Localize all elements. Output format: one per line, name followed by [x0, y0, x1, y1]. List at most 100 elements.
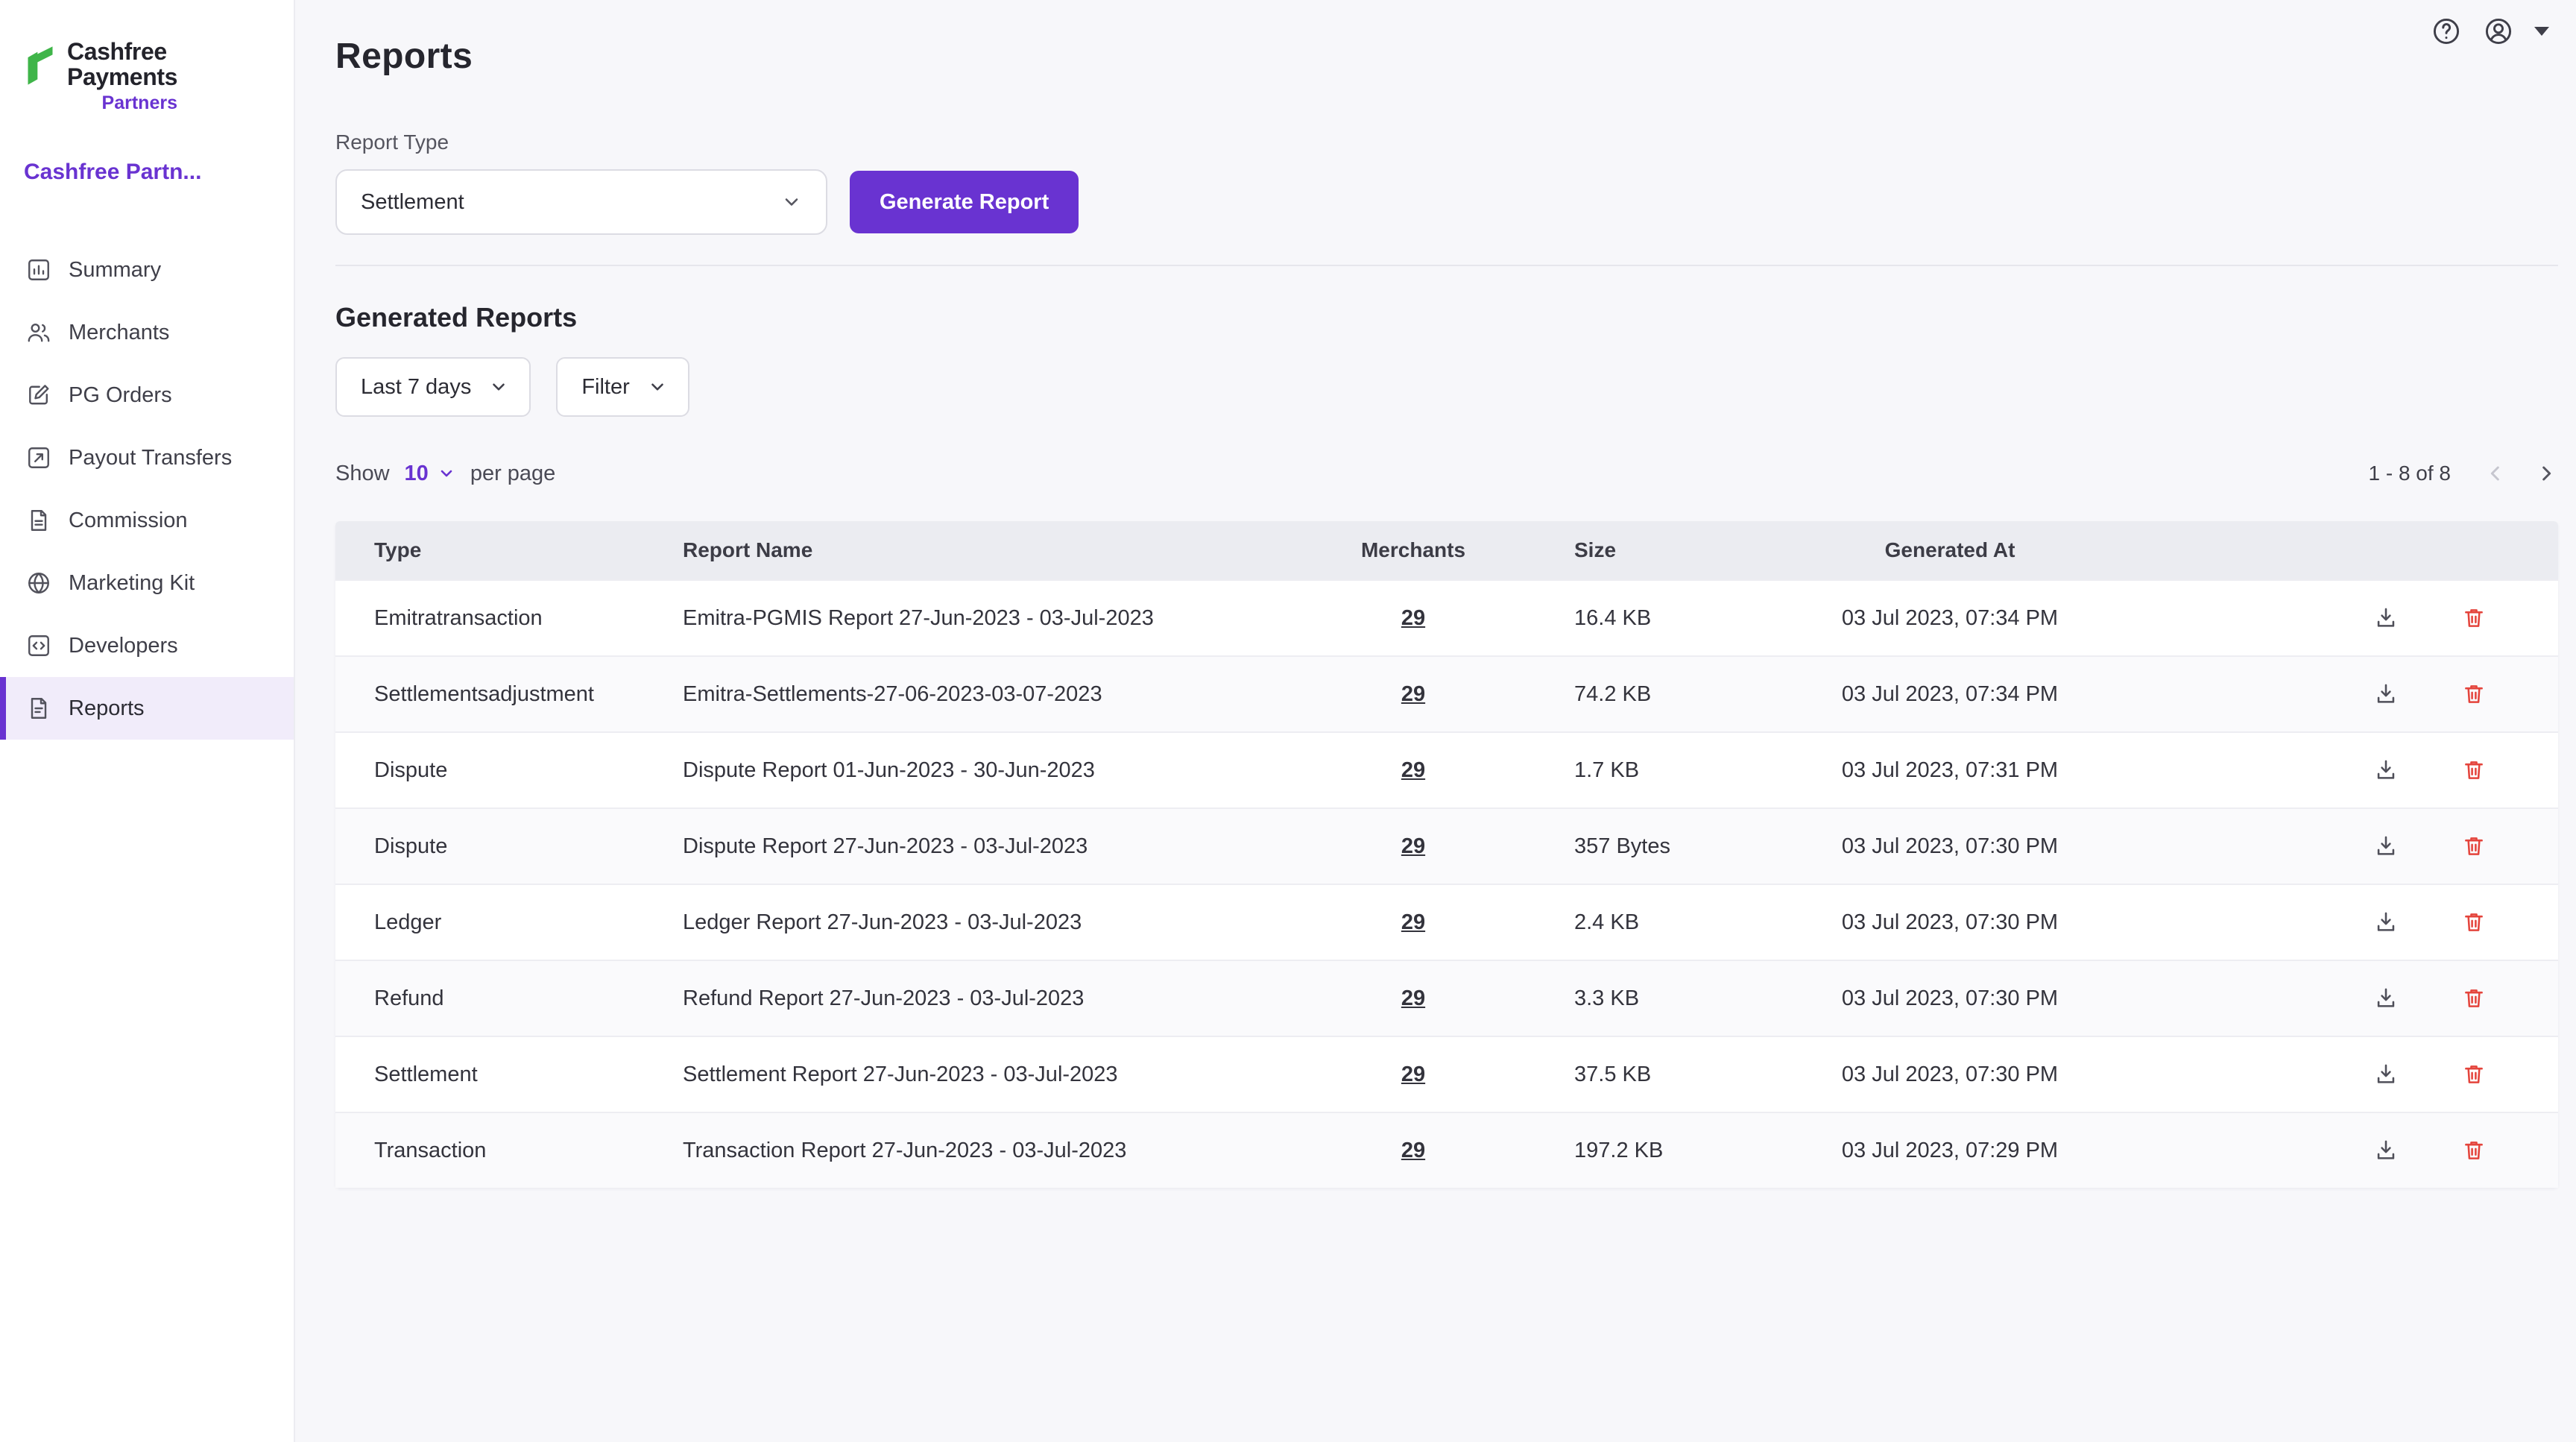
size-cell: 197.2 KB — [1488, 1139, 1764, 1163]
sidebar-item-reports[interactable]: Reports — [0, 677, 294, 740]
download-icon[interactable] — [2373, 605, 2399, 631]
code-icon — [25, 632, 52, 659]
sidebar-item-summary[interactable]: Summary — [0, 239, 294, 301]
pagination-next-icon[interactable] — [2534, 462, 2558, 485]
column-header-merchants: Merchants — [1339, 538, 1488, 562]
document-icon — [25, 507, 52, 534]
report-type-cell: Ledger — [335, 910, 683, 935]
report-type-cell: Refund — [335, 986, 683, 1011]
merchants-cell: 29 — [1339, 1139, 1488, 1163]
report-name-cell: Ledger Report 27-Jun-2023 - 03-Jul-2023 — [683, 910, 1339, 935]
table-row: Refund Refund Report 27-Jun-2023 - 03-Ju… — [335, 960, 2558, 1036]
cashfree-logo-icon — [24, 43, 57, 88]
merchants-count-link[interactable]: 29 — [1401, 758, 1425, 782]
generated-reports-title: Generated Reports — [335, 302, 2558, 333]
chevron-down-icon — [489, 377, 508, 397]
report-type-label: Report Type — [335, 130, 2558, 154]
report-name-cell: Dispute Report 27-Jun-2023 - 03-Jul-2023 — [683, 834, 1339, 859]
sidebar-item-label: Marketing Kit — [69, 571, 195, 596]
delete-icon[interactable] — [2461, 758, 2487, 783]
table-row: Ledger Ledger Report 27-Jun-2023 - 03-Ju… — [335, 884, 2558, 960]
report-name-cell: Transaction Report 27-Jun-2023 - 03-Jul-… — [683, 1139, 1339, 1163]
report-document-icon — [25, 695, 52, 722]
download-icon[interactable] — [2373, 1138, 2399, 1163]
report-name-cell: Emitra-Settlements-27-06-2023-03-07-2023 — [683, 682, 1339, 707]
table-row: Dispute Dispute Report 01-Jun-2023 - 30-… — [335, 731, 2558, 807]
filter-button[interactable]: Filter — [556, 357, 689, 417]
report-type-cell: Dispute — [335, 758, 683, 783]
size-cell: 1.7 KB — [1488, 758, 1764, 783]
merchants-count-link[interactable]: 29 — [1401, 606, 1425, 630]
sidebar-item-label: Reports — [69, 696, 145, 721]
date-range-label: Last 7 days — [361, 375, 471, 400]
partner-account-link[interactable]: Cashfree Partn... — [24, 160, 270, 185]
merchants-count-link[interactable]: 29 — [1401, 910, 1425, 934]
help-icon[interactable] — [2430, 15, 2463, 48]
generate-report-button[interactable]: Generate Report — [850, 171, 1079, 233]
delete-icon[interactable] — [2461, 681, 2487, 707]
brand-name-line2: Payments — [67, 64, 177, 89]
brand-logo: Cashfree Payments Partners — [0, 0, 294, 115]
generated-at-cell: 03 Jul 2023, 07:34 PM — [1764, 606, 2136, 631]
generated-at-cell: 03 Jul 2023, 07:29 PM — [1764, 1139, 2136, 1163]
delete-icon[interactable] — [2461, 1138, 2487, 1163]
download-icon[interactable] — [2373, 1062, 2399, 1087]
sidebar-item-marketing-kit[interactable]: Marketing Kit — [0, 552, 294, 614]
download-icon[interactable] — [2373, 681, 2399, 707]
merchants-cell: 29 — [1339, 986, 1488, 1011]
sidebar-nav: Summary Merchants PG Orders Payout Trans… — [0, 239, 294, 740]
generated-reports-table: Type Report Name Merchants Size Generate… — [335, 521, 2558, 1188]
delete-icon[interactable] — [2461, 1062, 2487, 1087]
delete-icon[interactable] — [2461, 986, 2487, 1011]
sidebar-item-label: Merchants — [69, 321, 169, 345]
merchants-cell: 29 — [1339, 606, 1488, 631]
merchants-count-link[interactable]: 29 — [1401, 682, 1425, 706]
merchants-cell: 29 — [1339, 834, 1488, 859]
sidebar-item-label: PG Orders — [69, 383, 172, 408]
date-range-filter-button[interactable]: Last 7 days — [335, 357, 531, 417]
merchants-cell: 29 — [1339, 682, 1488, 707]
download-icon[interactable] — [2373, 834, 2399, 859]
sidebar: Cashfree Payments Partners Cashfree Part… — [0, 0, 295, 1442]
chevron-down-icon — [781, 192, 802, 212]
sidebar-item-merchants[interactable]: Merchants — [0, 301, 294, 364]
delete-icon[interactable] — [2461, 605, 2487, 631]
divider — [335, 265, 2558, 266]
download-icon[interactable] — [2373, 758, 2399, 783]
account-menu-caret-icon[interactable] — [2534, 27, 2549, 36]
download-icon[interactable] — [2373, 910, 2399, 935]
report-name-cell: Settlement Report 27-Jun-2023 - 03-Jul-2… — [683, 1062, 1339, 1087]
page-size-select[interactable]: 10 — [405, 462, 455, 486]
sidebar-item-label: Payout Transfers — [69, 446, 232, 470]
report-type-select[interactable]: Settlement — [335, 169, 827, 235]
user-account-icon[interactable] — [2482, 15, 2515, 48]
merchants-cell: 29 — [1339, 1062, 1488, 1087]
sidebar-item-label: Commission — [69, 509, 188, 533]
table-body: Emitratransaction Emitra-PGMIS Report 27… — [335, 579, 2558, 1188]
merchants-count-link[interactable]: 29 — [1401, 986, 1425, 1010]
size-cell: 357 Bytes — [1488, 834, 1764, 859]
size-cell: 74.2 KB — [1488, 682, 1764, 707]
sidebar-item-payout-transfers[interactable]: Payout Transfers — [0, 426, 294, 489]
pagination-prev-icon[interactable] — [2484, 462, 2507, 485]
sidebar-item-pg-orders[interactable]: PG Orders — [0, 364, 294, 426]
sidebar-item-commission[interactable]: Commission — [0, 489, 294, 552]
main-content: Reports Report Type Settlement Generate … — [295, 0, 2576, 1442]
transfer-arrow-icon — [25, 444, 52, 471]
generated-at-cell: 03 Jul 2023, 07:31 PM — [1764, 758, 2136, 783]
table-row: Emitratransaction Emitra-PGMIS Report 27… — [335, 579, 2558, 655]
generated-at-cell: 03 Jul 2023, 07:30 PM — [1764, 834, 2136, 859]
merchants-count-link[interactable]: 29 — [1401, 1139, 1425, 1162]
merchants-count-link[interactable]: 29 — [1401, 1062, 1425, 1086]
merchants-count-link[interactable]: 29 — [1401, 834, 1425, 858]
delete-icon[interactable] — [2461, 834, 2487, 859]
column-header-generated-at: Generated At — [1764, 538, 2136, 562]
table-header-row: Type Report Name Merchants Size Generate… — [335, 521, 2558, 579]
delete-icon[interactable] — [2461, 910, 2487, 935]
generated-at-cell: 03 Jul 2023, 07:30 PM — [1764, 986, 2136, 1011]
page-size-value: 10 — [405, 462, 429, 486]
sidebar-item-developers[interactable]: Developers — [0, 614, 294, 677]
generated-at-cell: 03 Jul 2023, 07:30 PM — [1764, 1062, 2136, 1087]
filter-label: Filter — [581, 375, 629, 400]
download-icon[interactable] — [2373, 986, 2399, 1011]
